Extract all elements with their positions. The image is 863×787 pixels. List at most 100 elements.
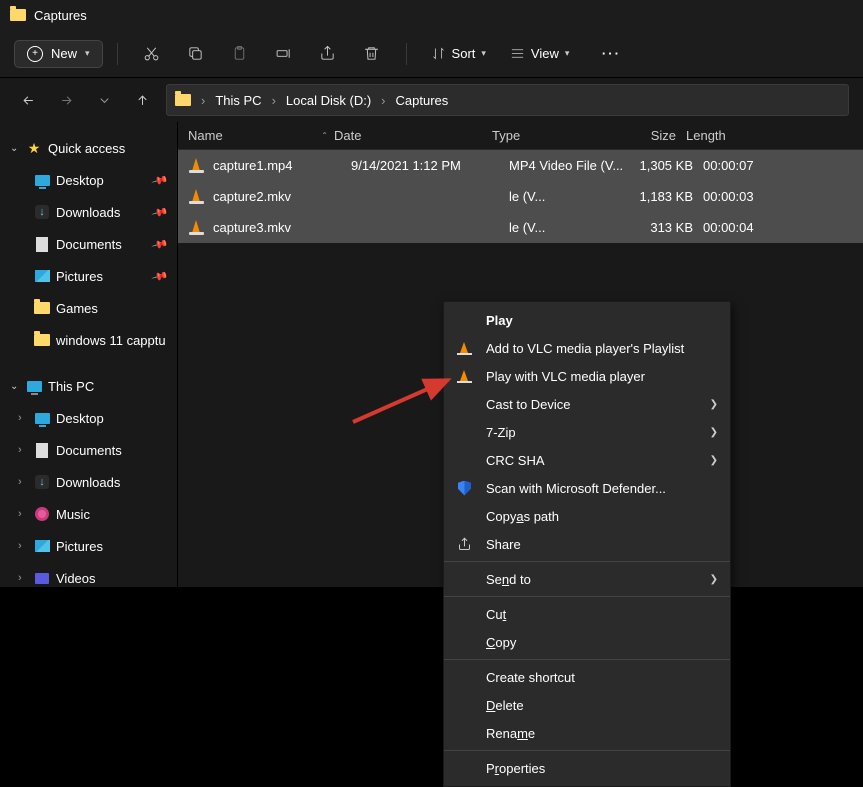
menu-crc[interactable]: CRC SHA❯ (444, 446, 730, 474)
chevron-down-icon: ▾ (481, 48, 486, 59)
sidebar-item-label: Downloads (56, 475, 120, 490)
menu-7zip[interactable]: 7-Zip❯ (444, 418, 730, 446)
pic-icon (35, 540, 50, 552)
up-button[interactable] (128, 86, 156, 114)
back-button[interactable] (14, 86, 42, 114)
sidebar-item[interactable]: windows 11 capptu (0, 324, 177, 356)
sidebar-item-label: windows 11 capptu (56, 333, 166, 348)
menu-play[interactable]: Play (444, 306, 730, 334)
menu-copy-path[interactable]: Copy as path (444, 502, 730, 530)
cell-type: le (V... (509, 220, 625, 235)
sidebar-item[interactable]: ›Documents (0, 434, 177, 466)
sidebar-item-label: Desktop (56, 173, 104, 188)
chevron-down-icon: ▾ (565, 48, 570, 59)
menu-scan[interactable]: Scan with Microsoft Defender... (444, 474, 730, 502)
delete-button[interactable] (352, 36, 392, 72)
col-date[interactable]: Date (334, 128, 492, 143)
col-length[interactable]: Length (686, 128, 863, 143)
col-name[interactable]: Name⌃ (188, 128, 334, 143)
menu-copy[interactable]: Copy (444, 628, 730, 656)
menu-delete[interactable]: Delete (444, 691, 730, 719)
sidebar-item[interactable]: ›Pictures (0, 530, 177, 562)
sidebar-label: Quick access (48, 141, 125, 156)
pic-icon (35, 270, 50, 282)
dl-icon: ↓ (35, 475, 49, 489)
rename-button[interactable] (264, 36, 304, 72)
cell-len: 00:00:07 (703, 158, 863, 173)
new-button[interactable]: + New ▾ (14, 40, 103, 68)
cell-size: 1,305 KB (625, 158, 703, 173)
vlc-icon (188, 158, 205, 173)
sidebar-quick-access[interactable]: ⌄ ★ Quick access (0, 132, 177, 164)
sidebar-item[interactable]: ↓Downloads📌 (0, 196, 177, 228)
menu-cut[interactable]: Cut (444, 600, 730, 628)
separator (117, 43, 118, 65)
sidebar-item[interactable]: Games (0, 292, 177, 324)
breadcrumb-item[interactable]: Captures (390, 91, 455, 110)
folder-icon (34, 334, 50, 346)
sidebar-item[interactable]: ›Videos (0, 562, 177, 587)
folder-icon (10, 9, 26, 21)
menu-play-vlc[interactable]: Play with VLC media player (444, 362, 730, 390)
menu-shortcut[interactable]: Create shortcut (444, 663, 730, 691)
sidebar: ⌄ ★ Quick access Desktop📌↓Downloads📌Docu… (0, 122, 178, 587)
menu-rename[interactable]: Rename (444, 719, 730, 747)
sidebar-item-label: Videos (56, 571, 96, 586)
share-button[interactable] (308, 36, 348, 72)
vlc-icon (457, 370, 472, 383)
menu-share[interactable]: Share (444, 530, 730, 558)
menu-separator (444, 561, 730, 562)
file-row[interactable]: capture1.mp49/14/2021 1:12 PMMP4 Video F… (178, 150, 863, 181)
sort-button[interactable]: Sort ▾ (421, 40, 496, 67)
menu-add-vlc[interactable]: Add to VLC media player's Playlist (444, 334, 730, 362)
sidebar-item-label: Music (56, 507, 90, 522)
address-bar[interactable]: › This PC › Local Disk (D:) › Captures (166, 84, 849, 116)
sidebar-item[interactable]: ›Music (0, 498, 177, 530)
pin-icon: 📌 (151, 235, 169, 253)
cell-len: 00:00:03 (703, 189, 863, 204)
view-button[interactable]: View ▾ (500, 40, 579, 67)
cell-size: 1,183 KB (625, 189, 703, 204)
sort-indicator-icon: ⌃ (321, 131, 328, 140)
cut-button[interactable] (132, 36, 172, 72)
share-icon (456, 536, 473, 553)
col-type[interactable]: Type (492, 128, 608, 143)
titlebar: Captures (0, 0, 863, 30)
context-menu: Play Add to VLC media player's Playlist … (443, 301, 731, 787)
sidebar-this-pc[interactable]: ⌄ This PC (0, 370, 177, 402)
sidebar-item[interactable]: ›↓Downloads (0, 466, 177, 498)
breadcrumb-item[interactable]: Local Disk (D:) (280, 91, 377, 110)
more-button[interactable]: ··· (591, 36, 631, 72)
chevron-right-icon: › (272, 93, 276, 108)
vlc-icon (188, 220, 205, 235)
sidebar-item[interactable]: Desktop 📌 (0, 164, 177, 196)
sidebar-item-label: Pictures (56, 539, 103, 554)
menu-separator (444, 659, 730, 660)
file-row[interactable]: capture3.mkvle (V...313 KB00:00:04 (178, 212, 863, 243)
chevron-down-icon: ▾ (85, 48, 90, 59)
file-row[interactable]: capture2.mkvle (V...1,183 KB00:00:03 (178, 181, 863, 212)
sidebar-item[interactable]: Documents📌 (0, 228, 177, 260)
pin-icon: 📌 (151, 267, 169, 285)
chevron-right-icon: › (201, 93, 205, 108)
copy-button[interactable] (176, 36, 216, 72)
chevron-right-icon: › (381, 93, 385, 108)
breadcrumb-item[interactable]: This PC (209, 91, 267, 110)
menu-sendto[interactable]: Send to❯ (444, 565, 730, 593)
col-size[interactable]: Size (608, 128, 686, 143)
pin-icon: 📌 (151, 171, 169, 189)
chevron-down-icon: ⌄ (10, 381, 20, 392)
forward-button[interactable] (52, 86, 80, 114)
menu-properties[interactable]: Properties (444, 754, 730, 782)
menu-separator (444, 750, 730, 751)
paste-button[interactable] (220, 36, 260, 72)
sidebar-item[interactable]: ›Desktop (0, 402, 177, 434)
separator (406, 43, 407, 65)
recent-button[interactable] (90, 86, 118, 114)
menu-cast[interactable]: Cast to Device❯ (444, 390, 730, 418)
sidebar-item[interactable]: Pictures📌 (0, 260, 177, 292)
sidebar-item-label: Documents (56, 443, 122, 458)
plus-icon: + (27, 46, 43, 62)
toolbar: + New ▾ Sort ▾ View ▾ ··· (0, 30, 863, 78)
cell-name: capture3.mkv (213, 220, 351, 235)
